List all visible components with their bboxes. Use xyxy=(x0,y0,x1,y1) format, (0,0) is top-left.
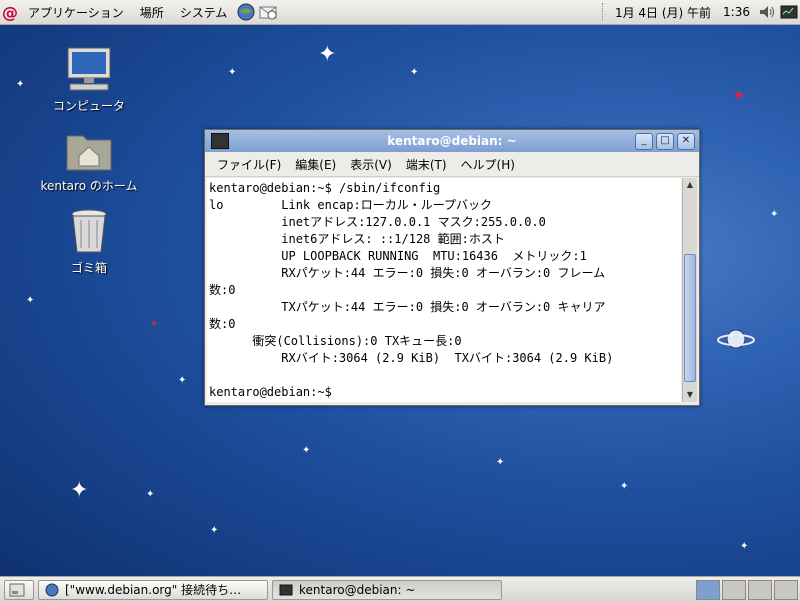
workspace-2[interactable] xyxy=(722,579,746,600)
desktop-icon-computer[interactable]: コンピュータ xyxy=(24,46,154,114)
browser-icon xyxy=(45,583,59,596)
terminal-line: 数:0 xyxy=(209,283,236,297)
star-decoration: ✦ xyxy=(410,67,419,78)
trash-icon xyxy=(24,208,154,257)
menu-view[interactable]: 表示(V) xyxy=(344,156,398,173)
desktop-icon-home[interactable]: kentaro のホーム xyxy=(24,128,154,194)
system-monitor-icon[interactable] xyxy=(778,1,800,23)
terminal-line: kentaro@debian:~$ /sbin/ifconfig xyxy=(209,181,441,195)
desktop-icon-label: コンピュータ xyxy=(52,99,125,113)
terminal-line: lo Link encap:ローカル・ループバック xyxy=(209,198,492,212)
scrollbar-thumb[interactable] xyxy=(684,254,696,382)
terminal-line: inet6アドレス: ::1/128 範囲:ホスト xyxy=(209,232,505,246)
star-decoration: ✦ xyxy=(26,295,35,306)
clock-date[interactable]: 1月 4日 (月) 午前 xyxy=(609,4,717,21)
maximize-button[interactable]: □ xyxy=(656,132,674,150)
taskbar-item-label: kentaro@debian: ~ xyxy=(299,582,416,597)
terminal-line: UP LOOPBACK RUNNING MTU:16436 メトリック:1 xyxy=(209,249,587,263)
terminal-scrollbar[interactable]: ▲ ▼ xyxy=(682,178,697,402)
volume-icon[interactable] xyxy=(756,1,778,23)
menu-edit[interactable]: 編集(E) xyxy=(289,156,342,173)
terminal-icon xyxy=(279,584,293,595)
workspace-switcher xyxy=(696,579,798,600)
workspace-3[interactable] xyxy=(748,579,772,600)
show-desktop-icon xyxy=(9,583,25,596)
scroll-down-arrow-icon[interactable]: ▼ xyxy=(683,388,697,402)
home-folder-icon xyxy=(24,128,154,175)
panel-separator xyxy=(601,3,605,21)
star-decoration: ✦ xyxy=(740,541,749,552)
menu-terminal[interactable]: 端末(T) xyxy=(400,156,453,173)
terminal-icon[interactable] xyxy=(211,133,229,149)
workspace-4[interactable] xyxy=(774,579,798,600)
terminal-line: RXバイト:3064 (2.9 KiB) TXバイト:3064 (2.9 KiB… xyxy=(209,351,614,365)
star-decoration: ✦ xyxy=(496,457,505,468)
star-decoration: ✦ xyxy=(228,67,237,78)
star-decoration: ✦ xyxy=(146,489,155,500)
star-decoration: ✦ xyxy=(732,86,746,105)
star-decoration: ✦ xyxy=(770,209,779,220)
desktop-icon-trash[interactable]: ゴミ箱 xyxy=(24,208,154,276)
window-titlebar[interactable]: kentaro@debian: ~ _ □ ✕ xyxy=(205,130,699,152)
star-decoration: ✦ xyxy=(178,375,187,386)
taskbar-item-label: ["www.debian.org" 接続待ち… xyxy=(65,583,242,597)
menu-help[interactable]: ヘルプ(H) xyxy=(455,156,521,173)
terminal-line: 衝突(Collisions):0 TXキュー長:0 xyxy=(209,334,462,348)
menu-applications[interactable]: アプリケーション xyxy=(20,0,132,24)
bottom-panel: ["www.debian.org" 接続待ち… kentaro@debian: … xyxy=(0,576,800,602)
star-decoration: ✦ xyxy=(620,481,629,492)
mail-launcher-icon[interactable] xyxy=(257,1,279,23)
terminal-line: RXパケット:44 エラー:0 損失:0 オーバラン:0 フレーム xyxy=(209,266,606,280)
star-decoration: ✦ xyxy=(70,478,89,503)
star-decoration: ✦ xyxy=(150,319,159,330)
debian-logo-icon[interactable]: @ xyxy=(0,0,20,24)
taskbar-item-browser[interactable]: ["www.debian.org" 接続待ち… xyxy=(38,579,268,600)
terminal-line: inetアドレス:127.0.0.1 マスク:255.0.0.0 xyxy=(209,215,546,229)
desktop-icon-label: ゴミ箱 xyxy=(70,261,107,275)
menu-places[interactable]: 場所 xyxy=(132,0,172,24)
scroll-up-arrow-icon[interactable]: ▲ xyxy=(683,178,697,192)
close-button[interactable]: ✕ xyxy=(677,132,695,150)
terminal-window[interactable]: kentaro@debian: ~ _ □ ✕ ファイル(F) 編集(E) 表示… xyxy=(204,129,700,406)
minimize-button[interactable]: _ xyxy=(635,132,653,150)
menu-file[interactable]: ファイル(F) xyxy=(211,156,287,173)
star-decoration: ✦ xyxy=(210,525,219,536)
desktop-icon-label: kentaro のホーム xyxy=(40,179,138,193)
window-title: kentaro@debian: ~ xyxy=(387,134,517,148)
star-decoration: ✦ xyxy=(318,42,337,67)
taskbar-item-terminal[interactable]: kentaro@debian: ~ xyxy=(272,579,502,600)
terminal-menubar: ファイル(F) 編集(E) 表示(V) 端末(T) ヘルプ(H) xyxy=(205,152,699,177)
terminal-line: kentaro@debian:~$ xyxy=(209,385,340,399)
computer-icon xyxy=(24,46,154,95)
terminal-output[interactable]: kentaro@debian:~$ /sbin/ifconfig lo Link … xyxy=(207,178,681,402)
web-browser-launcher-icon[interactable] xyxy=(235,1,257,23)
terminal-line: 数:0 xyxy=(209,317,236,331)
star-decoration: ✦ xyxy=(302,445,311,456)
workspace-1[interactable] xyxy=(696,579,720,600)
planet-decoration-icon xyxy=(716,326,756,355)
terminal-line: TXパケット:44 エラー:0 損失:0 オーバラン:0 キャリア xyxy=(209,300,606,314)
menu-system[interactable]: システム xyxy=(172,0,236,24)
clock-time[interactable]: 1:36 xyxy=(717,5,756,19)
show-desktop-button[interactable] xyxy=(4,579,34,600)
top-panel: @ アプリケーション 場所 システム 1月 4日 (月) 午前 1:36 xyxy=(0,0,800,25)
